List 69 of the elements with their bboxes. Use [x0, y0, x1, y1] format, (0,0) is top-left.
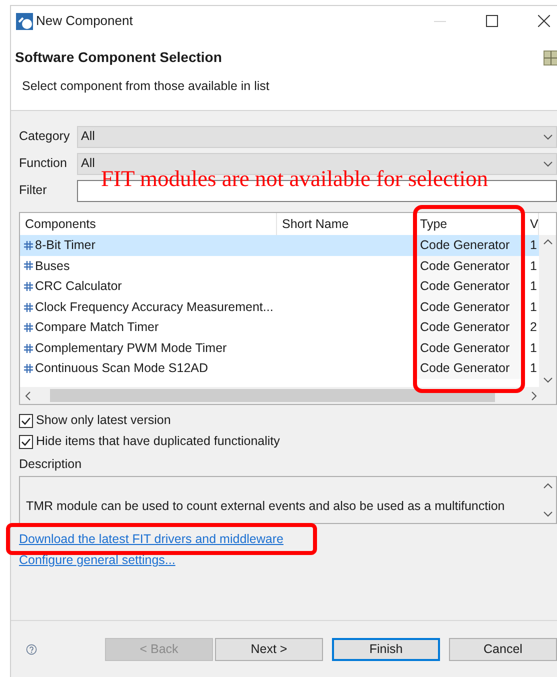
table-cell-text: Code Generator — [420, 258, 510, 275]
grid-icon — [24, 364, 33, 374]
grid-icon — [24, 261, 33, 270]
table-cell-text: Code Generator — [420, 236, 510, 254]
table-row[interactable]: Complementary PWM Mode Timer Code Generator 1 — [20, 338, 539, 359]
table-cell-text: 1 — [530, 278, 537, 296]
table-cell-text: Buses — [35, 258, 70, 275]
scroll-up-icon[interactable] — [542, 483, 552, 489]
table-cell-text: Code Generator — [420, 278, 510, 296]
dialog-button[interactable]: Finish — [332, 638, 440, 660]
table-cell-text: Code Generator — [420, 298, 510, 316]
grid-icon — [543, 50, 557, 66]
dialog-button[interactable]: Cancel — [449, 638, 557, 660]
checkbox-label: Hide items that have duplicated functionality — [36, 433, 280, 450]
table-cell-text: Compare Match Timer — [35, 319, 159, 336]
table-cell-text: 1 — [530, 360, 537, 378]
checkmark-icon — [21, 438, 31, 446]
table-cell-text: Code Generator — [420, 360, 510, 378]
link[interactable]: Configure general settings... — [19, 551, 176, 570]
maximize-icon[interactable] — [486, 15, 498, 27]
window-title: New Component — [36, 12, 133, 30]
table-cell-text: 1 — [530, 258, 537, 275]
dropdown-field[interactable]: All — [77, 126, 557, 148]
field-label: Filter — [19, 182, 48, 200]
dialog-button[interactable]: Next > — [215, 638, 323, 660]
checkbox-label: Show only latest version — [36, 412, 171, 430]
table-cell-text: Clock Frequency Accuracy Measurement... — [35, 298, 274, 316]
table-cell-text: 1 — [530, 298, 537, 316]
table-row[interactable]: Buses Code Generator 1 — [20, 256, 539, 276]
table-cell-text: Complementary PWM Mode Timer — [35, 340, 227, 357]
description-label: Description — [19, 456, 83, 473]
app-logo-icon — [16, 12, 33, 30]
table-row[interactable]: Compare Match Timer Code Generator 2 — [20, 317, 539, 338]
chevron-down-icon — [543, 134, 553, 140]
grid-icon — [24, 323, 33, 332]
checkbox[interactable] — [19, 414, 33, 428]
link[interactable]: Download the latest FIT drivers and middleware — [19, 530, 284, 549]
field-label: Category — [19, 128, 71, 146]
scroll-down-icon[interactable] — [542, 511, 552, 517]
close-icon[interactable] — [538, 15, 550, 27]
checkbox[interactable] — [19, 434, 33, 448]
scroll-down-icon[interactable] — [542, 377, 552, 383]
page-title: Software Component Selection — [15, 48, 222, 67]
scroll-left-icon[interactable] — [25, 390, 31, 400]
grid-icon — [24, 302, 33, 312]
table-cell-text: 1 — [530, 236, 537, 254]
table-cell-text: 8-Bit Timer — [35, 236, 96, 254]
table-cell-text: 2 — [530, 319, 537, 336]
checkmark-icon — [21, 416, 31, 424]
table-row[interactable]: CRC Calculator Code Generator 1 — [20, 276, 539, 297]
description-text: TMR module can be used to count external events and also be used as a multifunction — [26, 499, 505, 513]
grid-icon — [24, 282, 33, 291]
table-cell-text: 1 — [530, 340, 537, 357]
table-row[interactable]: Continuous Scan Mode S12AD Code Generator 1 — [20, 358, 539, 380]
chevron-down-icon — [543, 160, 553, 166]
scrollbar-thumb[interactable] — [50, 389, 495, 402]
table-row[interactable]: Clock Frequency Accuracy Measurement... Code Generator 1 — [20, 296, 539, 318]
grid-icon — [24, 344, 33, 353]
grid-icon — [24, 240, 33, 250]
table-cell-text: Code Generator — [420, 319, 510, 336]
help-icon[interactable] — [26, 642, 37, 656]
table-cell-text: Code Generator — [420, 340, 510, 357]
table-cell-text: Continuous Scan Mode S12AD — [35, 360, 208, 378]
field-label: Function — [19, 155, 68, 172]
page-subtitle: Select component from those available in list — [22, 78, 270, 95]
scroll-up-icon[interactable] — [542, 239, 552, 245]
scroll-right-icon[interactable] — [531, 390, 537, 400]
table-row[interactable]: 8-Bit Timer Code Generator 1 — [20, 235, 539, 256]
table-cell-text: CRC Calculator — [35, 278, 122, 296]
